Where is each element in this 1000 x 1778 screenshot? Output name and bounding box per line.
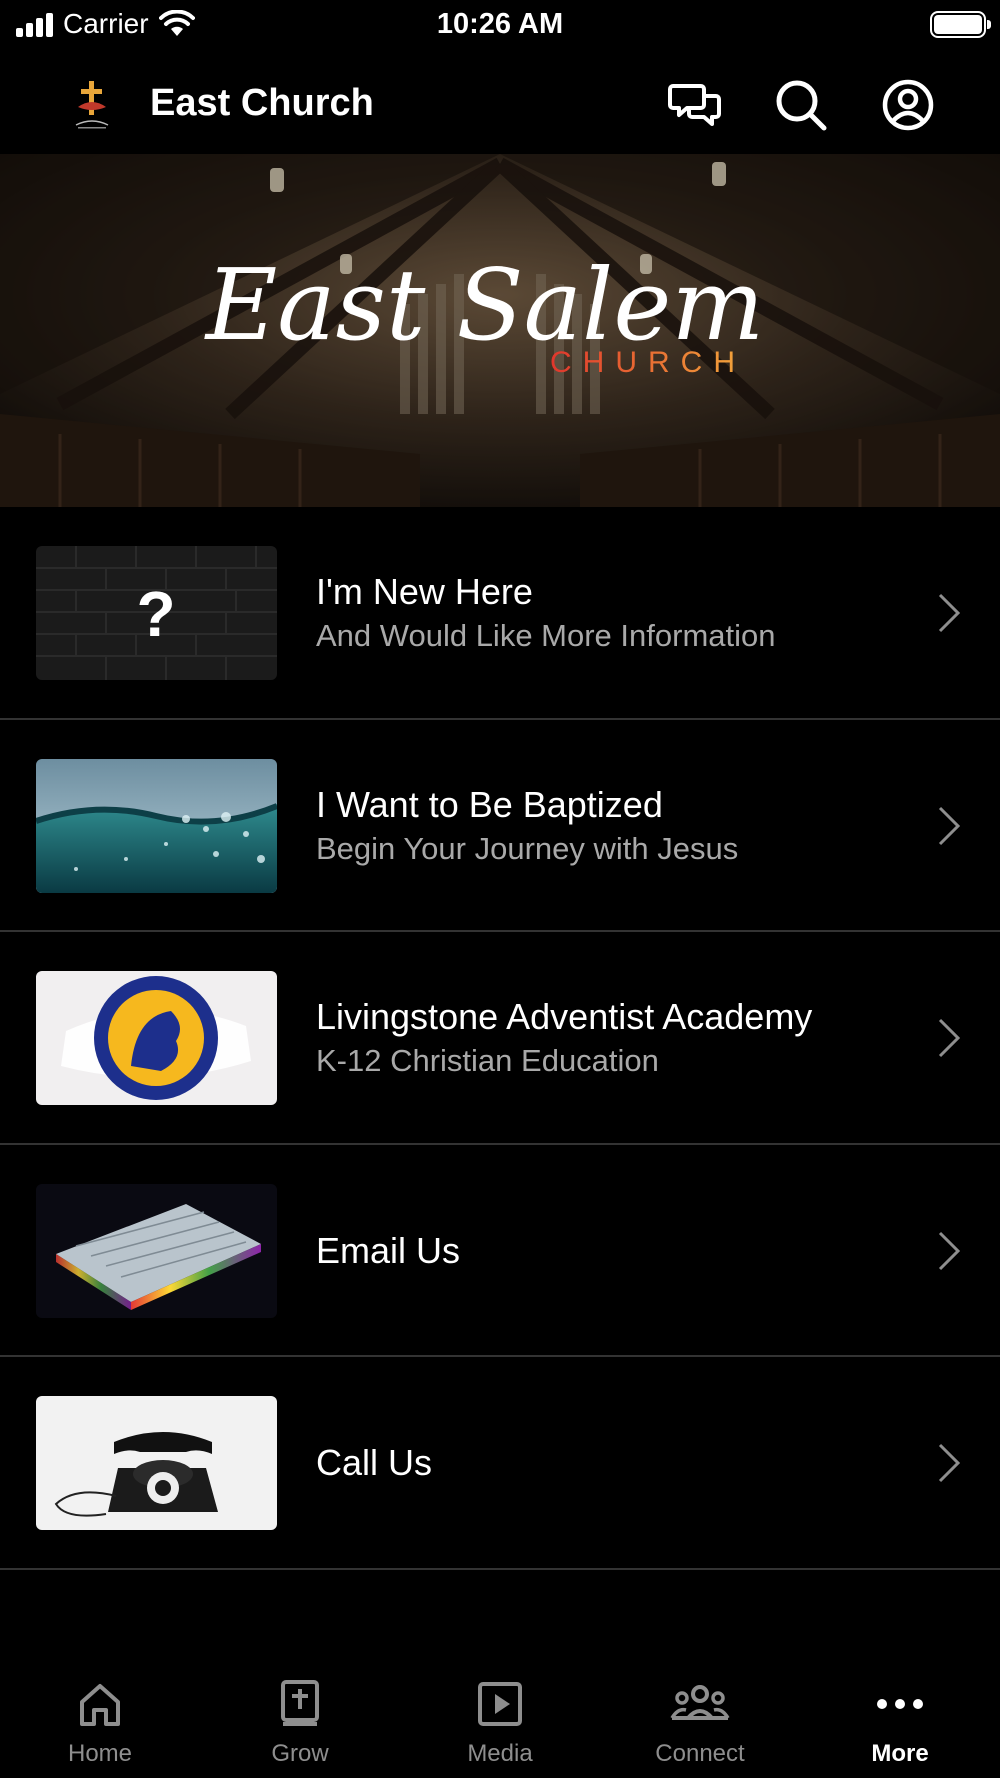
chevron-right-icon (938, 593, 961, 633)
tab-bar: Home Grow Media Connect More (0, 1660, 1000, 1778)
row-title: Livingstone Adventist Academy (316, 996, 813, 1037)
menu-list: ? I'm New Here And Would Like More Infor… (0, 507, 1000, 1570)
people-icon (670, 1685, 730, 1720)
chevron-right-icon (938, 1443, 961, 1483)
home-icon (80, 1684, 120, 1726)
row-subtitle: K-12 Christian Education (316, 1043, 659, 1078)
tab-label: Connect (655, 1740, 745, 1767)
app-header: East Church (0, 60, 1000, 150)
row-subtitle: Begin Your Journey with Jesus (316, 830, 739, 866)
church-interior-image: East Salem CHURCH (0, 154, 1000, 507)
row-title: Email Us (316, 1229, 461, 1271)
telephone-thumbnail (36, 1396, 277, 1530)
tab-grow[interactable]: Grow (200, 1660, 400, 1778)
tab-label: Grow (271, 1740, 329, 1767)
tab-label: Media (467, 1740, 533, 1767)
tab-media[interactable]: Media (400, 1660, 600, 1778)
question-mark: ? (136, 578, 175, 650)
profile-icon[interactable] (880, 77, 936, 133)
water-thumbnail (36, 758, 277, 893)
battery-icon (930, 11, 991, 38)
status-bar: Carrier 10:26 AM (0, 0, 1000, 50)
academy-logo-thumbnail (36, 971, 277, 1105)
church-logo (75, 81, 109, 129)
chevron-right-icon (938, 1231, 961, 1270)
list-item-baptized[interactable]: I Want to Be Baptized Begin Your Journey… (0, 720, 1000, 932)
tab-more[interactable]: More (800, 1660, 1000, 1778)
row-title: Call Us (316, 1442, 433, 1483)
hero-church-text: CHURCH (550, 346, 746, 379)
keyboard-thumbnail (36, 1183, 277, 1318)
hero-banner[interactable]: East Salem CHURCH (0, 154, 1000, 507)
row-title: I'm New Here (316, 571, 533, 612)
row-title: I Want to Be Baptized (316, 783, 663, 825)
tab-label: Home (67, 1740, 133, 1767)
row-subtitle: And Would Like More Information (316, 618, 776, 653)
chevron-right-icon (938, 1018, 961, 1058)
more-icon (877, 1699, 923, 1709)
search-icon[interactable] (773, 77, 829, 133)
bible-icon (281, 1680, 319, 1726)
tab-home[interactable]: Home (0, 1660, 200, 1778)
status-time: 10:26 AM (436, 8, 564, 40)
brick-wall-thumbnail: ? (36, 546, 277, 680)
list-item-new-here[interactable]: ? I'm New Here And Would Like More Infor… (0, 507, 1000, 720)
chat-icon[interactable] (668, 77, 724, 133)
list-item-academy[interactable]: Livingstone Adventist Academy K-12 Chris… (0, 932, 1000, 1145)
app-title: East Church (150, 82, 374, 124)
list-item-email[interactable]: Email Us (0, 1145, 1000, 1357)
list-item-call[interactable]: Call Us (0, 1357, 1000, 1570)
tab-label: More (871, 1740, 929, 1767)
play-icon (478, 1682, 522, 1726)
tab-connect[interactable]: Connect (600, 1660, 800, 1778)
chevron-right-icon (938, 806, 961, 845)
